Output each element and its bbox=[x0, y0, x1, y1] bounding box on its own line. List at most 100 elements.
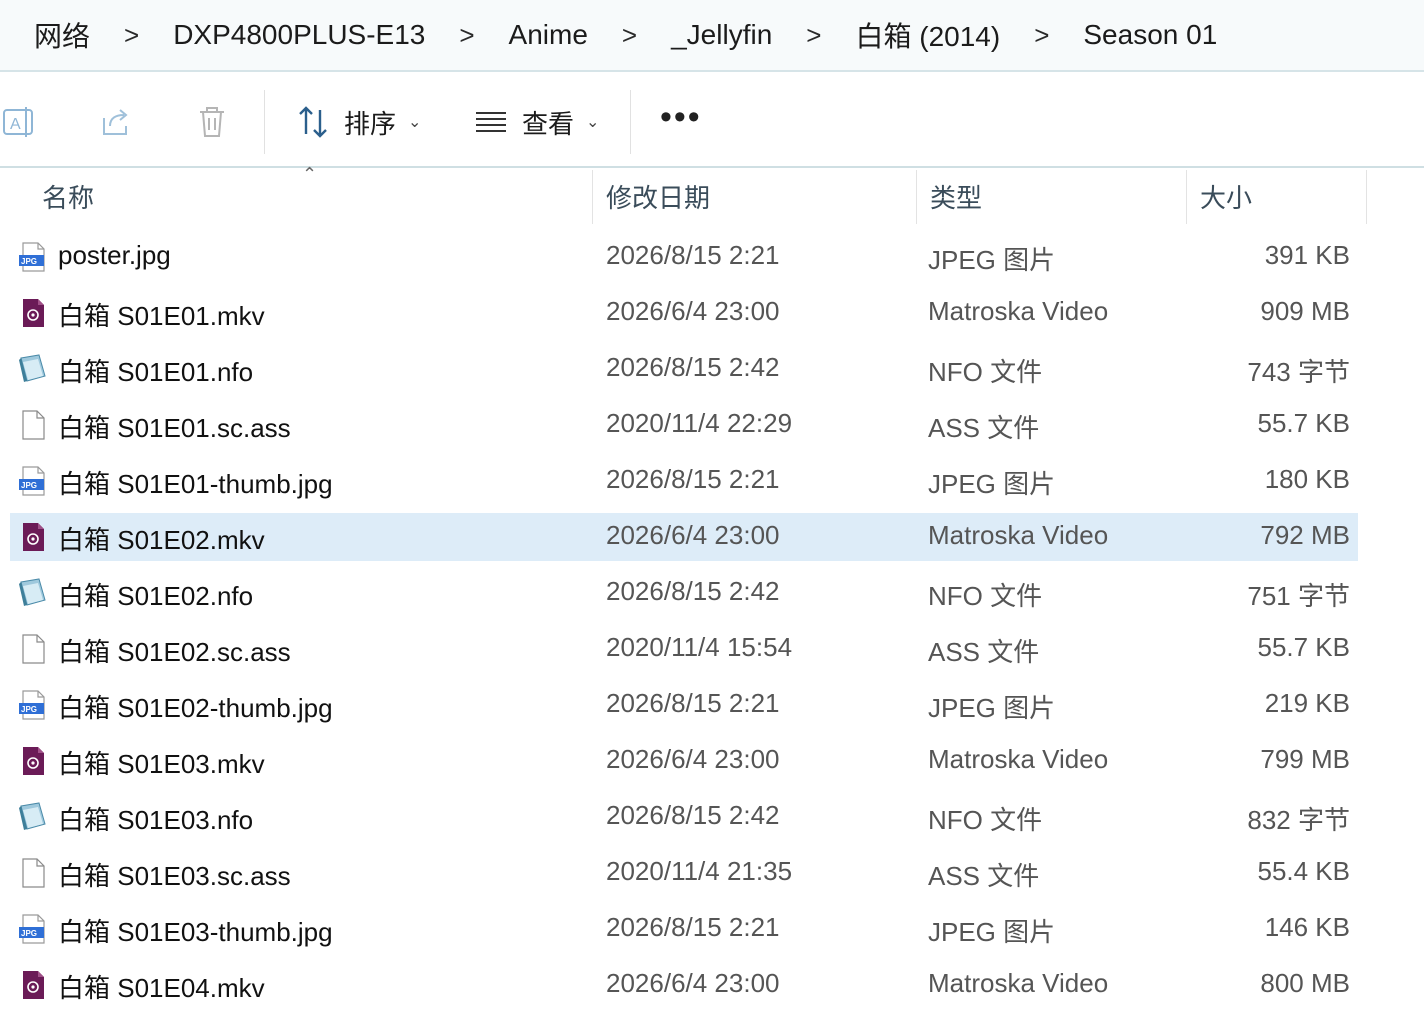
more-options-icon[interactable]: ••• bbox=[660, 98, 702, 137]
chevron-right-icon[interactable]: > bbox=[806, 20, 821, 51]
file-row[interactable]: 白箱 S01E03.mkv 2026/6/4 23:00 Matroska Vide… bbox=[10, 737, 1358, 785]
column-divider[interactable] bbox=[916, 170, 917, 224]
file-size: 799 MB bbox=[1260, 744, 1350, 774]
column-type-header[interactable]: 类型 bbox=[930, 178, 982, 215]
file-date: 2026/6/4 23:00 bbox=[606, 968, 780, 998]
file-row[interactable]: 白箱 S01E01.sc.ass 2020/11/4 22:29 ASS 文件 55.… bbox=[10, 401, 1358, 449]
file-row[interactable]: JPG 白箱 S01E02-thumb.jpg 2026/8/15 2:21 JPEG… bbox=[10, 681, 1358, 729]
file-name: 白箱 S01E01.sc.ass bbox=[58, 413, 291, 443]
file-size: 55.7 KB bbox=[1257, 632, 1350, 662]
file-date: 2020/11/4 22:29 bbox=[606, 408, 793, 438]
file-date: 2026/6/4 23:00 bbox=[606, 296, 780, 326]
sort-ascending-icon: ⌃ bbox=[302, 164, 318, 184]
svg-text:JPG: JPG bbox=[21, 705, 37, 714]
file-name: 白箱 S01E03.nfo bbox=[58, 805, 254, 835]
file-type: NFO 文件 bbox=[928, 581, 1043, 611]
file-row[interactable]: 白箱 S01E01.nfo 2026/8/15 2:42 NFO 文件 743 字节 bbox=[10, 345, 1358, 393]
file-date: 2020/11/4 15:54 bbox=[606, 632, 793, 662]
file-row[interactable]: 白箱 S01E03.nfo 2026/8/15 2:42 NFO 文件 832 字节 bbox=[10, 793, 1358, 841]
svg-text:JPG: JPG bbox=[21, 929, 37, 938]
file-date: 2026/8/15 2:21 bbox=[606, 464, 780, 494]
chevron-right-icon[interactable]: > bbox=[124, 20, 139, 51]
chevron-down-icon: ⌄ bbox=[408, 114, 422, 131]
video-file-icon bbox=[18, 970, 48, 1000]
breadcrumb-item-anime[interactable]: Anime bbox=[509, 19, 588, 51]
video-file-icon bbox=[18, 298, 48, 328]
file-size: 832 字节 bbox=[1247, 805, 1350, 835]
sort-button[interactable]: 排序 ⌄ bbox=[296, 92, 421, 152]
file-type: ASS 文件 bbox=[928, 637, 1040, 667]
jpg-file-icon: JPG bbox=[18, 690, 48, 720]
file-size: 792 MB bbox=[1260, 520, 1350, 550]
file-size: 219 KB bbox=[1264, 688, 1350, 718]
file-name: 白箱 S01E03.sc.ass bbox=[58, 861, 291, 891]
view-button[interactable]: 查看 ⌄ bbox=[474, 92, 599, 152]
file-size: 180 KB bbox=[1264, 464, 1350, 494]
view-list-icon bbox=[476, 112, 506, 132]
file-name: 白箱 S01E03.mkv bbox=[58, 749, 265, 779]
file-size: 751 字节 bbox=[1247, 581, 1350, 611]
column-name-header[interactable]: 名称 bbox=[42, 178, 94, 215]
file-type: NFO 文件 bbox=[928, 805, 1043, 835]
file-name: poster.jpg bbox=[58, 240, 171, 270]
file-row[interactable]: JPG poster.jpg 2026/8/15 2:21 JPEG 图片 391 KB bbox=[10, 233, 1358, 281]
file-size: 55.7 KB bbox=[1257, 408, 1350, 438]
file-date: 2026/6/4 23:00 bbox=[606, 744, 780, 774]
file-type: JPEG 图片 bbox=[928, 245, 1056, 275]
file-type: ASS 文件 bbox=[928, 413, 1040, 443]
column-divider[interactable] bbox=[1366, 170, 1367, 224]
file-date: 2026/8/15 2:42 bbox=[606, 352, 780, 382]
file-row[interactable]: 白箱 S01E02.nfo 2026/8/15 2:42 NFO 文件 751 字节 bbox=[10, 569, 1358, 617]
breadcrumb: 网络 > DXP4800PLUS-E13 > Anime > _Jellyfin… bbox=[0, 0, 1424, 72]
file-name: 白箱 S01E02.sc.ass bbox=[58, 637, 291, 667]
file-row[interactable]: 白箱 S01E03.sc.ass 2020/11/4 21:35 ASS 文件 55.… bbox=[10, 849, 1358, 897]
svg-text:A: A bbox=[10, 116, 21, 133]
file-date: 2026/8/15 2:21 bbox=[606, 912, 780, 942]
file-row[interactable]: 白箱 S01E04.mkv 2026/6/4 23:00 Matroska Vide… bbox=[10, 961, 1358, 1009]
video-file-icon bbox=[18, 746, 48, 776]
chevron-right-icon[interactable]: > bbox=[622, 20, 637, 51]
file-size: 909 MB bbox=[1260, 296, 1350, 326]
file-row[interactable]: JPG 白箱 S01E03-thumb.jpg 2026/8/15 2:21 JPEG… bbox=[10, 905, 1358, 953]
column-divider[interactable] bbox=[592, 170, 593, 224]
file-type: Matroska Video bbox=[928, 744, 1109, 774]
rename-icon[interactable]: A bbox=[2, 104, 38, 140]
file-name: 白箱 S01E01-thumb.jpg bbox=[58, 469, 333, 499]
breadcrumb-item-nas[interactable]: DXP4800PLUS-E13 bbox=[173, 19, 425, 51]
delete-icon[interactable] bbox=[194, 104, 230, 140]
file-name: 白箱 S01E03-thumb.jpg bbox=[58, 917, 333, 947]
sort-label: 排序 bbox=[344, 108, 397, 139]
file-date: 2026/6/4 23:00 bbox=[606, 520, 780, 550]
breadcrumb-item-show[interactable]: 白箱 (2014) bbox=[855, 15, 1000, 55]
command-bar: A 排序 ⌄ 查看 ⌄ ••• bbox=[0, 74, 1424, 168]
file-date: 2026/8/15 2:21 bbox=[606, 240, 780, 270]
file-size: 800 MB bbox=[1260, 968, 1350, 998]
file-size: 743 字节 bbox=[1247, 357, 1350, 387]
file-name: 白箱 S01E01.nfo bbox=[58, 357, 254, 387]
blank-file-icon bbox=[18, 634, 48, 664]
file-row[interactable]: 白箱 S01E01.mkv 2026/6/4 23:00 Matroska Vide… bbox=[10, 289, 1358, 337]
share-icon[interactable] bbox=[98, 104, 134, 140]
svg-text:JPG: JPG bbox=[21, 481, 37, 490]
chevron-right-icon[interactable]: > bbox=[1034, 20, 1049, 51]
column-size-header[interactable]: 大小 bbox=[1200, 178, 1252, 215]
file-type: JPEG 图片 bbox=[928, 693, 1056, 723]
file-name: 白箱 S01E02-thumb.jpg bbox=[58, 693, 333, 723]
breadcrumb-item-jellyfin[interactable]: _Jellyfin bbox=[671, 19, 772, 51]
nfo-file-icon bbox=[18, 354, 48, 384]
file-row[interactable]: JPG 白箱 S01E01-thumb.jpg 2026/8/15 2:21 JPEG… bbox=[10, 457, 1358, 505]
file-size: 55.4 KB bbox=[1257, 856, 1350, 886]
breadcrumb-item-network[interactable]: 网络 bbox=[34, 15, 90, 55]
column-date-header[interactable]: 修改日期 bbox=[606, 178, 710, 215]
chevron-down-icon: ⌄ bbox=[586, 114, 600, 131]
blank-file-icon bbox=[18, 410, 48, 440]
file-row[interactable]: 白箱 S01E02.sc.ass 2020/11/4 15:54 ASS 文件 55.… bbox=[10, 625, 1358, 673]
column-divider[interactable] bbox=[1186, 170, 1187, 224]
view-label: 查看 bbox=[522, 108, 575, 139]
file-name: 白箱 S01E02.mkv bbox=[58, 525, 265, 555]
breadcrumb-item-season[interactable]: Season 01 bbox=[1083, 19, 1217, 51]
chevron-right-icon[interactable]: > bbox=[459, 20, 474, 51]
file-row[interactable]: 白箱 S01E02.mkv 2026/6/4 23:00 Matroska Vide… bbox=[10, 513, 1358, 561]
toolbar-divider bbox=[630, 90, 631, 154]
file-type: Matroska Video bbox=[928, 520, 1109, 550]
